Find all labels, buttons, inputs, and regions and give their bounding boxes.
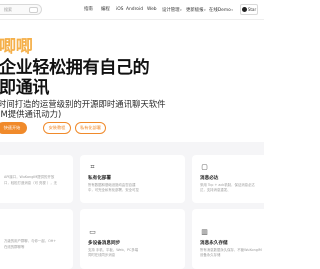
nav-item-web[interactable]: Web [147, 5, 157, 15]
feature-title: 多设备消息同步 [88, 241, 121, 246]
feature-card: ▢ 消息必达 采用 Tcp + ack机制，保证消息必达 达，支持消息重发、 [192, 155, 272, 203]
chevron-down-icon: ▾ [204, 8, 206, 12]
hero-title-brand: 唧唧 [0, 37, 33, 57]
features-section: API接口，WuKongIM提供的开放 口，轻松打造消息（可 亮视 ），无 ⌗ … [0, 142, 272, 269]
feature-card: API接口，WuKongIM提供的开放 口，轻松打造消息（可 亮视 ），无 [0, 155, 73, 203]
feature-card: ▥ 消息永久存储 所有消息数据永久保存，不管WuKongIM 设备永久存储 [192, 209, 272, 269]
nav-item-changelog[interactable]: 更新极报▾ [186, 5, 206, 15]
nav-item-design-admin[interactable]: 设计管理▾ [162, 5, 182, 15]
nav-item-ios[interactable]: iOS [116, 5, 123, 15]
storage-icon: ▥ [201, 228, 208, 236]
feature-card: ⌗ 私有化部署 所有数据和基础设施均由您自建 中，可完全私有化部署，安全可控 [80, 155, 185, 203]
feature-desc-line2: 在线的群聊等 [4, 245, 25, 249]
feature-desc-line2: 达，支持消息重发、 [200, 188, 231, 192]
quick-start-button[interactable]: 快速开始 [0, 122, 27, 134]
install-tutorial-button[interactable]: 安装教程 [43, 122, 71, 134]
feature-desc-line2: 设备永久存储 [200, 253, 221, 257]
main-nav: 指南 编程 iOS Android Web 设计管理▾ 更新极报▾ 在线Demo… [0, 5, 264, 15]
nav-item-online-demo[interactable]: 在线Demo▾ [209, 5, 233, 15]
grid-icon: ⌗ [90, 163, 95, 171]
nav-item-programming[interactable]: 编程 [101, 5, 110, 15]
chevron-down-icon: ▾ [231, 8, 233, 12]
github-icon [241, 7, 247, 12]
nav-item-guide[interactable]: 指南 [84, 5, 93, 15]
hero-title-line2: 企业轻松拥有自己的 [0, 58, 150, 78]
hero-title-line3: 即通讯 [0, 78, 50, 98]
nav-item-android[interactable]: Android [126, 5, 143, 15]
feature-card: 万级的用户群聊，与你一起，OH+ 在线的群聊等 [0, 209, 73, 269]
github-star-label: Star [247, 7, 257, 12]
github-star-button[interactable]: Star [240, 4, 258, 15]
private-deploy-button[interactable]: 私有化部署 [75, 122, 106, 134]
feature-desc-line2: 口，轻松打造消息（可 亮视 ），无 [4, 181, 58, 185]
hero-subtitle-line2: IM提供通讯动力) [0, 109, 62, 119]
feature-desc-line2: 同时在线同步消息 [88, 253, 116, 257]
chat-icon: ▢ [201, 163, 208, 171]
top-navigation-bar: 搜索 指南 编程 iOS Android Web 设计管理▾ 更新极报▾ 在线D… [0, 0, 264, 20]
feature-title: 消息必达 [200, 176, 219, 181]
feature-card: ▭ 多设备消息同步 支持 手机、平板、Web、PC多端 同时在线同步消息 [80, 209, 185, 269]
feature-desc-line2: 中，可完全私有化部署，安全可控 [88, 188, 139, 192]
feature-title: 私有化部署 [88, 176, 111, 181]
feature-title: 消息永久存储 [200, 241, 228, 246]
multi-device-icon: ▭ [89, 228, 96, 236]
hero-subtitle-line1: 时间打造的运营级别的开源即时通讯聊天软件 [0, 99, 166, 109]
feature-desc-line1: 万级的用户群聊，与你一起，OH+ [4, 239, 57, 243]
chevron-down-icon: ▾ [180, 8, 182, 12]
feature-desc-line1: API接口，WuKongIM提供的开放 [4, 175, 55, 179]
